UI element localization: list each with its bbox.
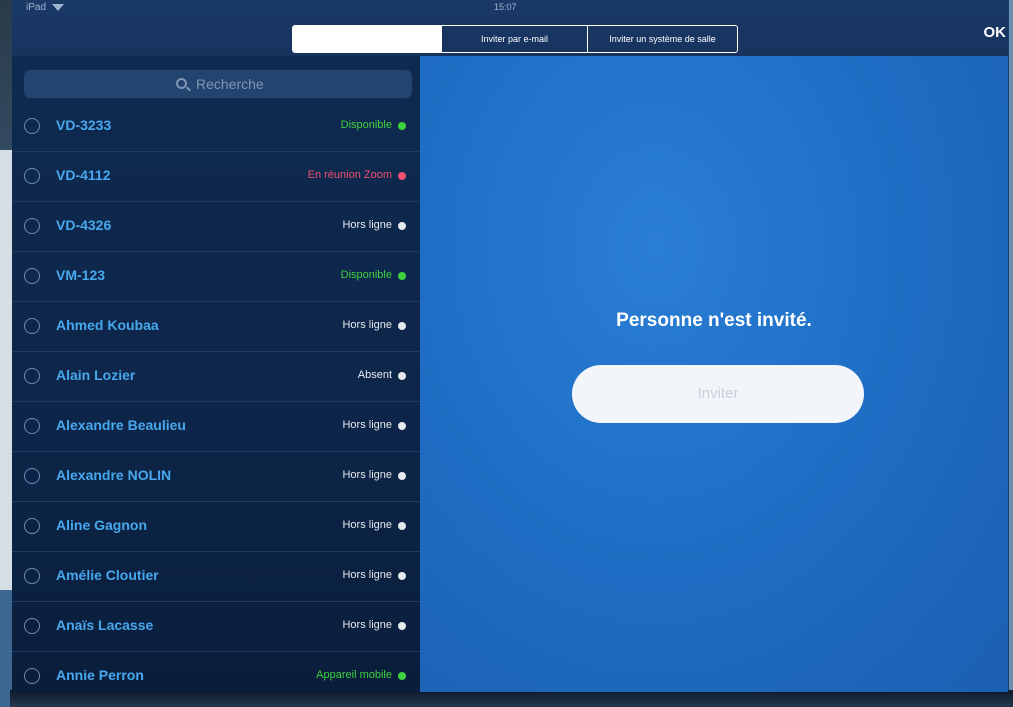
contact-status: Hors ligne <box>342 619 392 631</box>
contact-row[interactable]: VD-3233 Disponible <box>12 102 420 152</box>
contact-row[interactable]: Alexandre NOLIN Hors ligne <box>12 452 420 502</box>
contact-status: Hors ligne <box>342 419 392 431</box>
select-radio-icon[interactable] <box>24 118 40 134</box>
contact-name: VM-123 <box>56 267 106 283</box>
tab-invite-email[interactable]: Inviter par e-mail <box>441 26 587 52</box>
select-radio-icon[interactable] <box>24 468 40 484</box>
status-dot-icon <box>398 322 406 330</box>
contact-list: VD-3233 Disponible VD-4112 En réunion Zoom V… <box>12 102 420 692</box>
contact-name: Alain Lozier <box>56 367 136 383</box>
contact-row[interactable]: Annie Perron Appareil mobile <box>12 652 420 692</box>
contact-status: Hors ligne <box>342 569 392 581</box>
status-dot-icon <box>398 272 406 280</box>
status-dot-icon <box>398 422 406 430</box>
status-dot-icon <box>398 222 406 230</box>
search-input[interactable]: Recherche <box>196 76 264 92</box>
select-radio-icon[interactable] <box>24 668 40 684</box>
contact-status: En réunion Zoom <box>307 169 392 181</box>
select-radio-icon[interactable] <box>24 418 40 434</box>
contact-status: Hors ligne <box>342 469 392 481</box>
contact-pane: Recherche VD-3233 Disponible VD-4112 En réu… <box>12 56 420 692</box>
select-radio-icon[interactable] <box>24 218 40 234</box>
contact-status: Hors ligne <box>342 519 392 531</box>
ok-button[interactable]: OK <box>984 24 1007 41</box>
contact-name: Aline Gagnon <box>56 517 147 533</box>
tab-invite-contacts[interactable] <box>293 26 441 52</box>
contact-row[interactable]: Aline Gagnon Hors ligne <box>12 502 420 552</box>
contact-name: VD-4112 <box>56 167 111 183</box>
status-dot-icon <box>398 522 406 530</box>
empty-invitees-message: Personne n'est invité. <box>616 310 812 331</box>
contact-status: Absent <box>357 369 392 381</box>
invite-button[interactable]: Inviter <box>572 365 864 423</box>
status-dot-icon <box>398 122 406 130</box>
status-dot-icon <box>398 472 406 480</box>
status-dot-icon <box>398 572 406 580</box>
status-time: 15:07 <box>494 2 517 12</box>
select-radio-icon[interactable] <box>24 368 40 384</box>
photo-edge-light <box>0 150 12 590</box>
contact-name: VD-4326 <box>56 217 112 233</box>
contact-name: Amélie Cloutier <box>56 567 159 583</box>
contact-row[interactable]: VD-4326 Hors ligne <box>12 202 420 252</box>
contact-row[interactable]: Amélie Cloutier Hors ligne <box>12 552 420 602</box>
contact-status: Hors ligne <box>342 219 392 231</box>
contact-name: Anaïs Lacasse <box>56 617 154 633</box>
contact-name: Alexandre Beaulieu <box>56 417 186 433</box>
contact-row[interactable]: Ahmed Koubaa Hors ligne <box>12 302 420 352</box>
contact-status: Appareil mobile <box>316 669 392 681</box>
contact-status: Hors ligne <box>342 319 392 331</box>
status-dot-icon <box>398 622 406 630</box>
contact-row[interactable]: Anaïs Lacasse Hors ligne <box>12 602 420 652</box>
top-bar: iPad 15:07 Inviter par e-mail Inviter un… <box>12 0 1008 56</box>
status-dot-icon <box>398 172 406 180</box>
select-radio-icon[interactable] <box>24 518 40 534</box>
contact-status: Disponible <box>340 269 392 281</box>
invite-tabs: Inviter par e-mail Inviter un système de… <box>292 25 738 53</box>
search-field[interactable]: Recherche <box>24 70 412 98</box>
select-radio-icon[interactable] <box>24 618 40 634</box>
select-radio-icon[interactable] <box>24 268 40 284</box>
status-dot-icon <box>398 672 406 680</box>
wifi-icon <box>52 4 64 11</box>
search-icon <box>176 78 187 89</box>
contact-name: Annie Perron <box>56 667 144 683</box>
contact-name: Alexandre NOLIN <box>56 467 172 483</box>
ipad-screen: iPad 15:07 Inviter par e-mail Inviter un… <box>12 0 1008 692</box>
contact-status: Disponible <box>340 119 392 131</box>
photo-edge-right <box>1009 0 1013 707</box>
select-radio-icon[interactable] <box>24 318 40 334</box>
select-radio-icon[interactable] <box>24 568 40 584</box>
contact-name: Ahmed Koubaa <box>56 317 159 333</box>
contact-row[interactable]: Alexandre Beaulieu Hors ligne <box>12 402 420 452</box>
select-radio-icon[interactable] <box>24 168 40 184</box>
contact-row[interactable]: VD-4112 En réunion Zoom <box>12 152 420 202</box>
contact-row[interactable]: Alain Lozier Absent <box>12 352 420 402</box>
tab-invite-room-system[interactable]: Inviter un système de salle <box>587 26 737 52</box>
status-dot-icon <box>398 372 406 380</box>
contact-row[interactable]: VM-123 Disponible <box>12 252 420 302</box>
contact-name: VD-3233 <box>56 117 112 133</box>
device-bezel <box>10 690 1013 707</box>
device-label: iPad <box>26 2 47 13</box>
invitee-pane: Personne n'est invité. Inviter <box>420 56 1008 692</box>
